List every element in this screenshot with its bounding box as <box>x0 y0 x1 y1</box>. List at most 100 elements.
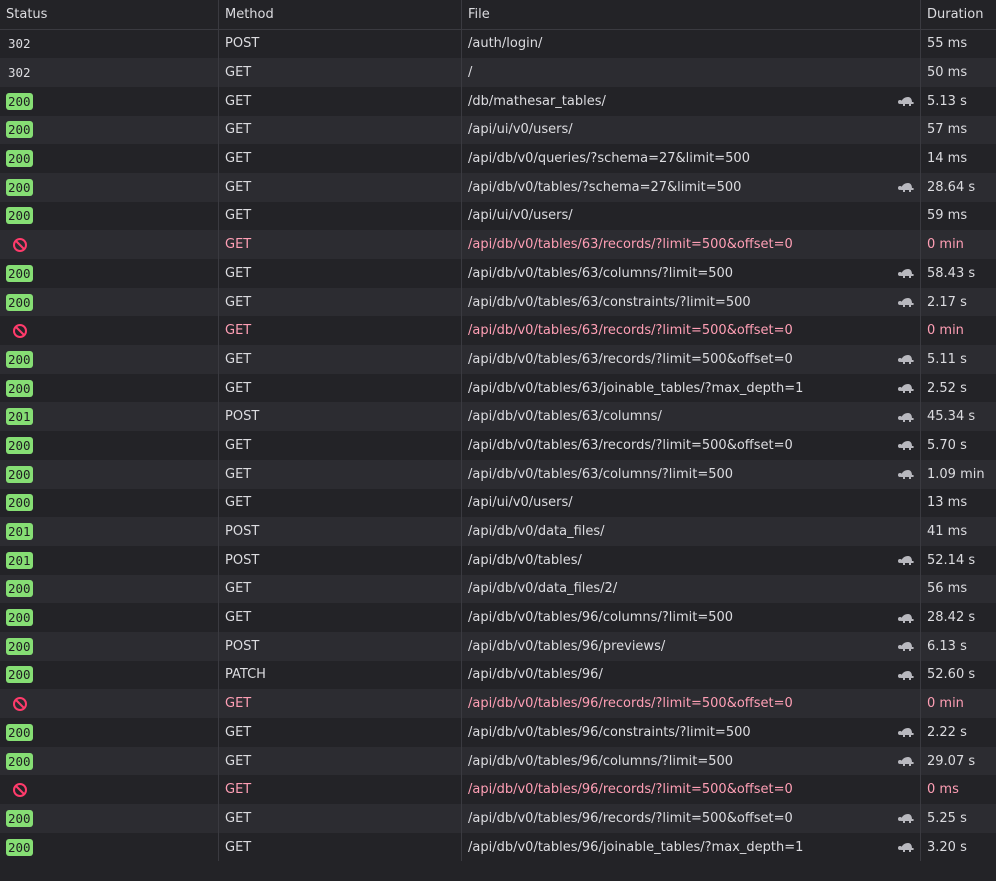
method-cell: GET <box>218 287 461 317</box>
file-path: /api/db/v0/tables/63/joinable_tables/?ma… <box>468 380 804 396</box>
table-row[interactable]: 200 GET/api/ui/v0/users/57 ms <box>0 115 996 145</box>
status-badge: 200 <box>6 350 33 368</box>
table-row[interactable]: GET/api/db/v0/tables/96/records/?limit=5… <box>0 775 996 805</box>
duration-cell: 5.70 s <box>920 431 996 460</box>
file-path: /api/db/v0/tables/63/records/?limit=500&… <box>468 237 793 253</box>
method-cell: GET <box>218 58 461 87</box>
file-path: / <box>468 65 473 81</box>
status-cell: 200 <box>0 489 218 518</box>
file-cell: /api/db/v0/tables/96/records/?limit=500&… <box>461 804 920 833</box>
table-row[interactable]: 200 GET/api/db/v0/tables/63/records/?limi… <box>0 345 996 374</box>
table-row[interactable]: 200 GET/api/db/v0/tables/96/columns/?limi… <box>0 603 996 632</box>
file-cell: /api/db/v0/tables/63/columns/ <box>461 402 920 432</box>
table-row[interactable]: 200 GET/api/db/v0/tables/63/columns/?limi… <box>0 459 996 489</box>
status-cell <box>0 775 218 804</box>
method-cell: GET <box>218 172 461 202</box>
table-row[interactable]: 200 GET/api/db/v0/tables/96/records/?limi… <box>0 804 996 833</box>
status-badge: 200 <box>6 752 33 770</box>
status-cell <box>0 316 218 345</box>
status-badge: 200 <box>6 580 33 598</box>
table-row[interactable]: 200 GET/api/db/v0/tables/63/constraints/?… <box>0 287 996 317</box>
status-badge: 200 <box>6 207 33 225</box>
table-row[interactable]: 201 POST/api/db/v0/tables/52.14 s <box>0 545 996 575</box>
column-header-method[interactable]: Method <box>218 0 461 29</box>
table-row[interactable]: 200 GET/api/db/v0/tables/63/columns/?limi… <box>0 259 996 288</box>
status-badge: 302 <box>8 65 31 81</box>
file-path: /api/db/v0/tables/96/constraints/?limit=… <box>468 724 751 740</box>
status-badge: 200 <box>6 494 33 512</box>
method-cell: GET <box>218 718 461 747</box>
duration-cell: 2.22 s <box>920 718 996 747</box>
method-cell: POST <box>218 517 461 546</box>
duration-cell: 58.43 s <box>920 259 996 288</box>
status-cell: 201 <box>0 546 218 575</box>
slow-turtle-icon <box>898 640 914 652</box>
table-row[interactable]: 302 POST/auth/login/55 ms <box>0 29 996 59</box>
slow-turtle-icon <box>898 812 914 824</box>
blocked-icon <box>12 782 28 798</box>
table-row[interactable]: 200 GET/api/db/v0/tables/63/records/?limi… <box>0 431 996 460</box>
column-header-status[interactable]: Status <box>0 0 218 29</box>
slow-turtle-icon <box>898 669 914 681</box>
file-path: /api/db/v0/data_files/ <box>468 524 605 540</box>
method-cell: GET <box>218 574 461 604</box>
table-row[interactable]: GET/api/db/v0/tables/63/records/?limit=5… <box>0 230 996 259</box>
status-badge: 200 <box>6 723 33 741</box>
table-row[interactable]: 200 GET/api/db/v0/tables/?schema=27&limit… <box>0 172 996 202</box>
table-row[interactable]: 200 GET/api/db/v0/queries/?schema=27&limi… <box>0 144 996 173</box>
status-badge: 200 <box>6 838 33 856</box>
file-cell: /api/db/v0/tables/ <box>461 545 920 575</box>
file-cell: /api/ui/v0/users/ <box>461 201 920 231</box>
file-path: /api/db/v0/tables/96/previews/ <box>468 638 666 654</box>
status-cell: 200 <box>0 345 218 374</box>
file-path: /api/db/v0/tables/63/constraints/?limit=… <box>468 294 751 310</box>
table-row[interactable]: 200 GET/db/mathesar_tables/5.13 s <box>0 86 996 116</box>
file-path: /api/db/v0/tables/96/records/?limit=500&… <box>468 696 793 712</box>
table-row[interactable]: 200 GET/api/db/v0/tables/96/joinable_tabl… <box>0 832 996 862</box>
table-row[interactable]: 302 GET / 50 ms <box>0 58 996 87</box>
table-row[interactable]: 200 PATCH/api/db/v0/tables/96/52.60 s <box>0 660 996 690</box>
table-row[interactable]: 200 GET/api/ui/v0/users/13 ms <box>0 488 996 518</box>
method-cell: POST <box>218 29 461 59</box>
file-path: /api/db/v0/tables/96/records/?limit=500&… <box>468 782 793 798</box>
method-cell: POST <box>218 545 461 575</box>
status-badge: 201 <box>6 408 33 426</box>
status-cell: 200 <box>0 460 218 489</box>
table-row[interactable]: 200 GET/api/db/v0/tables/96/columns/?limi… <box>0 746 996 776</box>
status-cell: 200 <box>0 288 218 317</box>
table-header: Status Method File Duration <box>0 0 996 30</box>
file-cell: /api/db/v0/data_files/2/ <box>461 574 920 604</box>
column-header-file[interactable]: File <box>461 0 920 29</box>
duration-cell: 2.17 s <box>920 287 996 317</box>
file-cell: /api/db/v0/tables/96/records/?limit=500&… <box>461 775 920 805</box>
column-header-duration[interactable]: Duration <box>920 0 996 29</box>
status-cell: 200 <box>0 144 218 173</box>
duration-cell: 45.34 s <box>920 402 996 432</box>
slow-turtle-icon <box>898 382 914 394</box>
status-badge: 200 <box>6 150 33 168</box>
status-badge: 200 <box>6 609 33 627</box>
method-cell: GET <box>218 115 461 145</box>
table-row[interactable]: GET/api/db/v0/tables/96/records/?limit=5… <box>0 689 996 718</box>
method-cell: GET <box>218 459 461 489</box>
table-row[interactable]: 200 GET/api/db/v0/tables/96/constraints/?… <box>0 718 996 747</box>
duration-cell: 0 min <box>920 689 996 718</box>
table-row[interactable]: 200 GET/api/db/v0/data_files/2/56 ms <box>0 574 996 604</box>
file-path: /api/ui/v0/users/ <box>468 122 573 138</box>
table-row[interactable]: 201 POST/api/db/v0/data_files/41 ms <box>0 517 996 546</box>
status-cell: 200 <box>0 632 218 661</box>
status-cell: 200 <box>0 833 218 862</box>
table-row[interactable]: 200 POST/api/db/v0/tables/96/previews/6.1… <box>0 631 996 661</box>
table-row[interactable]: 201 POST/api/db/v0/tables/63/columns/45.3… <box>0 402 996 432</box>
table-row[interactable]: GET/api/db/v0/tables/63/records/?limit=5… <box>0 316 996 346</box>
status-cell <box>0 230 218 259</box>
status-cell: 200 <box>0 202 218 231</box>
status-cell: 200 <box>0 747 218 776</box>
file-cell: /api/db/v0/tables/63/records/?limit=500&… <box>461 431 920 460</box>
table-row[interactable]: 200 GET/api/db/v0/tables/63/joinable_tabl… <box>0 373 996 403</box>
status-cell: 200 <box>0 661 218 690</box>
method-cell: GET <box>218 345 461 374</box>
table-row[interactable]: 200 GET/api/ui/v0/users/59 ms <box>0 201 996 231</box>
duration-cell: 1.09 min <box>920 459 996 489</box>
file-path: /api/db/v0/tables/63/columns/?limit=500 <box>468 466 734 482</box>
